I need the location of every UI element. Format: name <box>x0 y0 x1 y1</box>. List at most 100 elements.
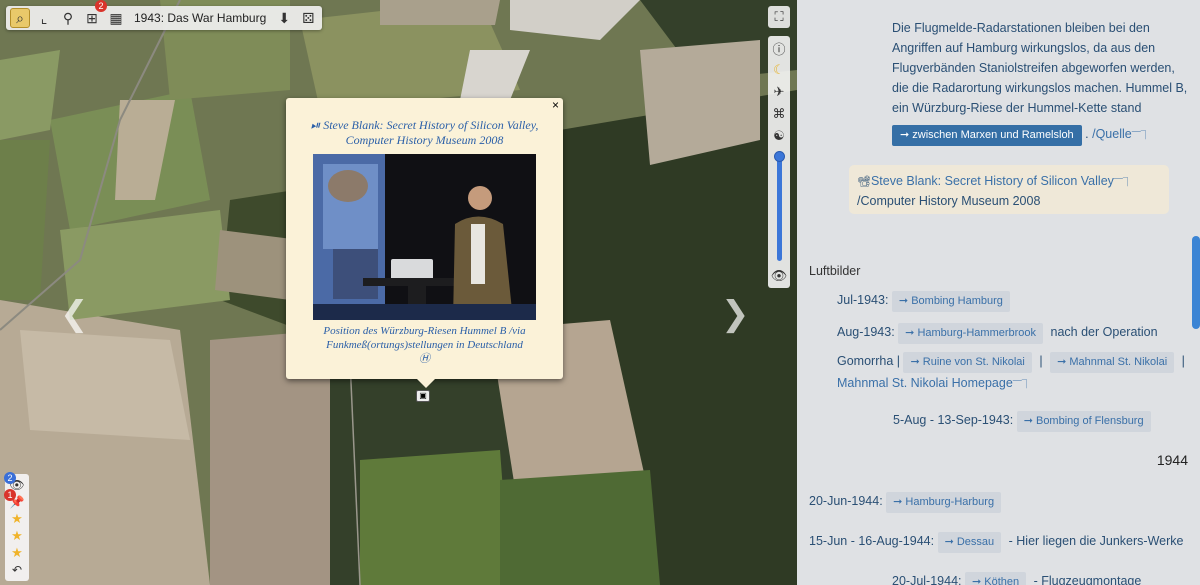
frame-icon: ⌞ <box>40 9 48 26</box>
eye-icon: 👁 <box>770 268 788 283</box>
radar-paragraph: Die Flugmelde-Radarstationen bleiben bei… <box>892 18 1192 146</box>
command-key-icon: ⌘ <box>772 106 786 121</box>
row-aug-1943: Aug-1943: ➞ Hamburg-Hammerbrook nach der… <box>837 323 1158 344</box>
chip-mahnmal-st-nikolai[interactable]: ➞ Mahnmal St. Nikolai <box>1050 352 1175 373</box>
popup-close-button[interactable]: × <box>552 98 559 112</box>
layers-button[interactable]: ⊞ 2 <box>82 0 107 28</box>
radar-paragraph-links: ➞ zwischen Marxen und Ramelsloh . /Quell… <box>892 124 1192 146</box>
map-toolbar: ⌕ ⌞ ⚲ ⊞ 2 ▦ 1943: Das War Hamburg ⬇ ⚄ <box>6 0 323 30</box>
magnifier-icon: ⌕ <box>16 9 24 26</box>
mahnmal-homepage-link[interactable]: Mahnmal St. Nikolai Homepage <box>837 376 1013 390</box>
location-chip-marxen[interactable]: ➞ zwischen Marxen und Ramelsloh <box>892 125 1082 146</box>
row-gomorrha-link: Mahnmal St. Nikolai Homepage⎺⏋ <box>837 376 1031 390</box>
zoom-button[interactable]: ⚲ <box>58 8 78 28</box>
grid-button[interactable]: ▦ <box>106 8 126 28</box>
row-jul-1943: Jul-1943: ➞ Bombing Hamburg <box>837 291 1010 312</box>
chip-dessau[interactable]: ➞ Dessau <box>937 532 1002 553</box>
row-label: 20-Jul-1944: <box>892 574 962 585</box>
prev-arrow[interactable]: ❮ <box>60 294 89 334</box>
popup-link-text: Steve Blank: Secret History of Silicon V… <box>323 118 539 147</box>
projector-icon: 📽 <box>857 176 871 188</box>
yin-yang-button[interactable]: ☯ <box>770 127 788 145</box>
row-label: Aug-1943: <box>837 325 895 339</box>
favorite-button-2[interactable]: ★ <box>8 528 26 543</box>
text-panel[interactable]: Die Flugmelde-Radarstationen bleiben bei… <box>797 0 1200 585</box>
grid-small-icon: ⊞ <box>86 9 98 26</box>
eye-button[interactable]: 👁 <box>770 267 788 285</box>
download-tray-icon: ⬇ <box>278 9 291 26</box>
popup-photo[interactable] <box>313 154 536 320</box>
row-jun-1944: 20-Jun-1944: ➞ Hamburg-Harburg <box>809 492 1002 513</box>
chip-koethen[interactable]: ➞ Köthen <box>964 572 1027 585</box>
favorite-button-3[interactable]: ★ <box>8 545 26 560</box>
map-title[interactable]: 1943: Das War Hamburg <box>130 11 270 25</box>
chip-hamburg-harburg[interactable]: ➞ Hamburg-Harburg <box>886 492 1002 513</box>
row-label: 20-Jun-1944: <box>809 494 883 508</box>
download-button[interactable]: ⬇ <box>274 8 294 28</box>
frame-button[interactable]: ⌞ <box>34 8 54 28</box>
opacity-slider[interactable] <box>773 151 785 261</box>
chip-bombing-hamburg[interactable]: ➞ Bombing Hamburg <box>891 291 1010 312</box>
popup-caption-text: Position des Würzburg-Riesen Hummel B /v… <box>323 325 526 351</box>
camera-icon: ▣ <box>419 391 427 400</box>
undo-icon: ↶ <box>11 563 23 577</box>
map-side-tools: ⛶ ⓘ ☾ ✈ ⌘ ☯ 👁 <box>768 6 792 288</box>
circled-h-icon[interactable]: Ⓗ <box>419 352 430 365</box>
map-marker[interactable]: ▣ <box>416 390 430 402</box>
chip-ruine-st-nikolai[interactable]: ➞ Ruine von St. Nikolai <box>903 352 1032 373</box>
star-icon: ★ <box>11 511 23 526</box>
pin-count-badge: 1 <box>4 489 16 501</box>
map-view[interactable]: ⌕ ⌞ ⚲ ⊞ 2 ▦ 1943: Das War Hamburg ⬇ ⚄ ❮ … <box>0 0 797 585</box>
command-button[interactable]: ⌘ <box>770 105 788 123</box>
play-pause-icon: ⏯ <box>310 118 321 132</box>
star-icon: ★ <box>11 528 23 543</box>
panel-scrollbar[interactable] <box>1192 236 1200 329</box>
row-after-text: nach der Operation <box>1050 325 1158 339</box>
separator-pipe: | <box>1181 354 1185 368</box>
zoom-icon: ⚲ <box>62 9 74 26</box>
fullscreen-button[interactable]: ⛶ <box>768 6 790 28</box>
radar-paragraph-text: Die Flugmelde-Radarstationen bleiben bei… <box>892 21 1188 115</box>
next-arrow[interactable]: ❯ <box>721 294 750 334</box>
chip-hamburg-hammerbrook[interactable]: ➞ Hamburg-Hammerbrook <box>898 323 1044 344</box>
row-flensburg: 5-Aug - 13-Sep-1943: ➞ Bombing of Flensb… <box>893 411 1151 432</box>
quelle-link[interactable]: /Quelle <box>1092 127 1132 141</box>
satellite-button[interactable]: ✈ <box>770 83 788 101</box>
grid-icon: ▦ <box>109 9 123 26</box>
help-button[interactable]: ⓘ <box>770 39 788 57</box>
dice-icon: ⚄ <box>302 9 315 26</box>
quote-video-link[interactable]: Steve Blank: Secret History of Silicon V… <box>871 174 1114 188</box>
favorite-button-1[interactable]: ★ <box>8 511 26 526</box>
help-icon: ⓘ <box>772 41 786 57</box>
opacity-slider-knob[interactable] <box>773 151 785 162</box>
night-mode-button[interactable]: ☾ <box>770 61 788 79</box>
quote-rest-text: /Computer History Museum 2008 <box>857 194 1041 208</box>
pin-button[interactable]: 📌 1 <box>4 489 26 509</box>
chip-bombing-flensburg[interactable]: ➞ Bombing of Flensburg <box>1016 411 1151 432</box>
undo-button[interactable]: ↶ <box>8 563 26 577</box>
left-tool-stack: 👁 2 📌 1 ★ ★ ★ ↶ <box>4 472 29 581</box>
random-button[interactable]: ⚄ <box>298 8 318 28</box>
view-count-badge: 2 <box>4 472 16 484</box>
row-after-text: - Hier liegen die Junkers-Werke <box>1008 534 1184 548</box>
external-link-icon: ⎺⏋ <box>1113 177 1132 187</box>
popup-caption: Position des Würzburg-Riesen Hummel B /v… <box>294 324 555 366</box>
year-heading-1944: 1944 <box>1156 452 1188 468</box>
external-link-icon: ⎺⏋ <box>1131 130 1150 140</box>
popup-video-link[interactable]: ⏯ Steve Blank: Secret History of Silicon… <box>294 118 555 148</box>
moon-icon: ☾ <box>773 62 785 77</box>
separator-dot: . <box>1081 127 1093 141</box>
row-label: 5-Aug - 13-Sep-1943: <box>893 413 1014 427</box>
satellite-icon: ✈ <box>773 84 785 99</box>
separator-pipe: | <box>1039 354 1043 368</box>
luftbilder-heading: Luftbilder <box>809 264 861 278</box>
row-koethen: 20-Jul-1944: ➞ Köthen - Flugzeugmontage <box>892 572 1141 585</box>
search-map-button[interactable]: ⌕ <box>10 8 30 28</box>
row-dessau: 15-Jun - 16-Aug-1944: ➞ Dessau - Hier li… <box>809 532 1183 553</box>
fullscreen-icon: ⛶ <box>774 9 784 24</box>
row-label: 15-Jun - 16-Aug-1944: <box>809 534 935 548</box>
row-label: Jul-1943: <box>837 293 889 307</box>
external-link-icon: ⎺⏋ <box>1012 379 1031 389</box>
video-quote-box: 📽Steve Blank: Secret History of Silicon … <box>849 165 1169 214</box>
yin-yang-icon: ☯ <box>773 128 785 143</box>
